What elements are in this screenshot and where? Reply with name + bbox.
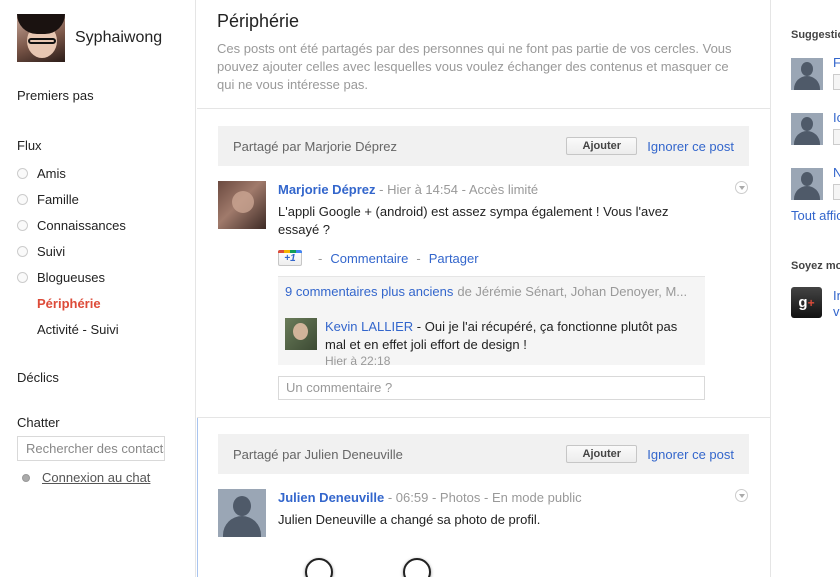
- suggestion-avatar[interactable]: [791, 113, 823, 145]
- avatar[interactable]: [17, 14, 65, 62]
- flux-list: Amis Famille Connaissances Suivi Blogueu…: [17, 160, 126, 342]
- divider: [197, 108, 770, 109]
- google-plus-icon[interactable]: g +: [791, 287, 822, 318]
- show-all-link[interactable]: Tout afficher: [791, 208, 840, 223]
- left-sidebar: Syphaiwong Premiers pas Flux Amis Famill…: [0, 0, 196, 577]
- post-actions: +1 - Commentaire - Partager: [278, 250, 479, 266]
- author-link[interactable]: Marjorie Déprez: [278, 182, 376, 197]
- post-category[interactable]: Photos: [440, 490, 480, 505]
- profile-photo-circle: [403, 558, 431, 577]
- radio-icon[interactable]: [17, 193, 28, 205]
- suggestion-avatar[interactable]: [791, 168, 823, 200]
- chatter-heading: Chatter: [17, 415, 60, 430]
- add-button[interactable]: Ajouter: [566, 445, 638, 463]
- post-visibility[interactable]: En mode public: [492, 490, 582, 505]
- comment-time[interactable]: Hier à 22:18: [325, 354, 390, 368]
- flux-item-suivi[interactable]: Suivi: [17, 238, 126, 264]
- flux-item-famille[interactable]: Famille: [17, 186, 126, 212]
- right-sidebar: Suggestions F Ic N Tout afficher Soyez m…: [770, 0, 840, 577]
- flux-item-activite-suivi[interactable]: Activité - Suivi: [17, 316, 126, 342]
- main-stream: Périphérie Ces posts ont été partagés pa…: [197, 0, 770, 577]
- divider: [197, 417, 770, 418]
- add-to-circles-button[interactable]: [833, 184, 840, 200]
- radio-icon[interactable]: [17, 219, 28, 231]
- profile-photo-circle: [305, 558, 333, 577]
- post-meta: Marjorie Déprez - Hier à 14:54 - Accès l…: [278, 182, 539, 197]
- post-meta: Julien Deneuville - 06:59 - Photos - En …: [278, 490, 582, 505]
- suggestion-avatar[interactable]: [791, 58, 823, 90]
- chat-connect-link[interactable]: Connexion au chat: [22, 470, 150, 485]
- older-comments: 9 commentaires plus anciens de Jérémie S…: [285, 284, 688, 299]
- suggestion-name[interactable]: N: [833, 165, 840, 180]
- comment-link[interactable]: Commentaire: [330, 251, 408, 266]
- flux-item-amis[interactable]: Amis: [17, 160, 126, 186]
- flux-item-connaissances[interactable]: Connaissances: [17, 212, 126, 238]
- post-time[interactable]: 06:59: [396, 490, 429, 505]
- nav-declics[interactable]: Déclics: [17, 370, 59, 385]
- google-promo-text[interactable]: v: [833, 304, 840, 319]
- flux-item-blogueuses[interactable]: Blogueuses: [17, 264, 126, 290]
- google-promo-text[interactable]: In: [833, 288, 840, 303]
- share-link[interactable]: Partager: [429, 251, 479, 266]
- add-button[interactable]: Ajouter: [566, 137, 638, 155]
- nav-premiers-pas[interactable]: Premiers pas: [17, 88, 94, 103]
- shared-by-bar: Partagé par Julien Deneuville Ajouter Ig…: [218, 434, 749, 474]
- add-to-circles-button[interactable]: [833, 129, 840, 145]
- plus-one-button[interactable]: +1: [278, 250, 302, 266]
- status-dot-icon: [22, 473, 30, 482]
- radio-icon[interactable]: [17, 271, 28, 283]
- suggestions-heading: Suggestions: [791, 29, 840, 41]
- author-avatar[interactable]: [218, 181, 266, 229]
- post-visibility[interactable]: Accès limité: [469, 182, 538, 197]
- search-contacts-input[interactable]: Rechercher des contacts: [17, 436, 165, 461]
- shared-by-bar: Partagé par Marjorie Déprez Ajouter Igno…: [218, 126, 749, 166]
- profile-name[interactable]: Syphaiwong: [75, 29, 162, 47]
- comment-input[interactable]: Un commentaire ?: [278, 376, 705, 400]
- profile-link[interactable]: Syphaiwong: [17, 14, 162, 62]
- page-description: Ces posts ont été partagés par des perso…: [217, 41, 732, 92]
- post-text: Julien Deneuville a changé sa photo de p…: [278, 512, 541, 527]
- author-avatar[interactable]: [218, 489, 266, 537]
- commenter-avatar[interactable]: [285, 318, 317, 350]
- author-link[interactable]: Julien Deneuville: [278, 490, 384, 505]
- focus-indicator: [197, 418, 198, 577]
- page-title: Périphérie: [217, 11, 300, 31]
- flux-item-peripherie[interactable]: Périphérie: [17, 290, 126, 316]
- nav-flux[interactable]: Flux: [17, 138, 42, 153]
- post-text: L'appli Google + (android) est assez sym…: [278, 204, 669, 237]
- soyez-heading: Soyez mo: [791, 260, 840, 272]
- radio-icon[interactable]: [17, 245, 28, 257]
- commenter-link[interactable]: Kevin LALLIER: [325, 319, 413, 334]
- chevron-down-icon[interactable]: [735, 181, 748, 194]
- older-comments-link[interactable]: 9 commentaires plus anciens: [285, 284, 453, 299]
- ignore-post-link[interactable]: Ignorer ce post: [647, 139, 734, 154]
- comment: Kevin LALLIER - Oui je l'ai récupéré, ça…: [285, 318, 705, 368]
- radio-icon[interactable]: [17, 167, 28, 179]
- add-to-circles-button[interactable]: [833, 74, 840, 90]
- chevron-down-icon[interactable]: [735, 489, 748, 502]
- post-time[interactable]: Hier à 14:54: [387, 182, 458, 197]
- ignore-post-link[interactable]: Ignorer ce post: [647, 447, 734, 462]
- suggestion-name[interactable]: F: [833, 55, 840, 70]
- suggestion-name[interactable]: Ic: [833, 110, 840, 125]
